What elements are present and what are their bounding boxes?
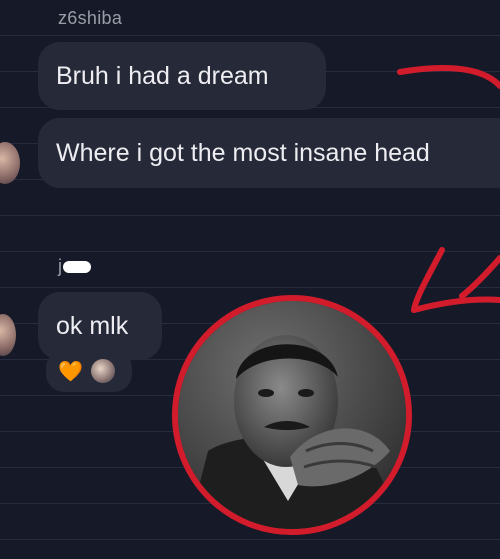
red-arrow-top: [397, 65, 500, 89]
reaction-bar[interactable]: 🧡: [46, 350, 132, 392]
message-text-3: ok mlk: [56, 311, 129, 340]
portrait-photo: [172, 295, 412, 535]
red-arrow-bottom: [411, 247, 500, 313]
heart-reaction-icon: 🧡: [58, 360, 83, 383]
sender-name-2: j: [58, 256, 92, 277]
message-bubble-1[interactable]: Bruh i had a dream: [38, 42, 326, 110]
message-text-1: Bruh i had a dream: [56, 61, 269, 90]
redaction-scribble: [63, 261, 92, 274]
reactor-avatar-icon: [90, 359, 115, 383]
sender-name-1: z6shiba: [58, 8, 123, 28]
sender-avatar-2[interactable]: [0, 314, 16, 356]
sender-avatar-1[interactable]: [0, 142, 20, 184]
message-bubble-2[interactable]: Where i got the most insane head: [38, 118, 500, 188]
portrait-image: [178, 301, 406, 529]
message-text-2: Where i got the most insane head: [56, 138, 430, 167]
